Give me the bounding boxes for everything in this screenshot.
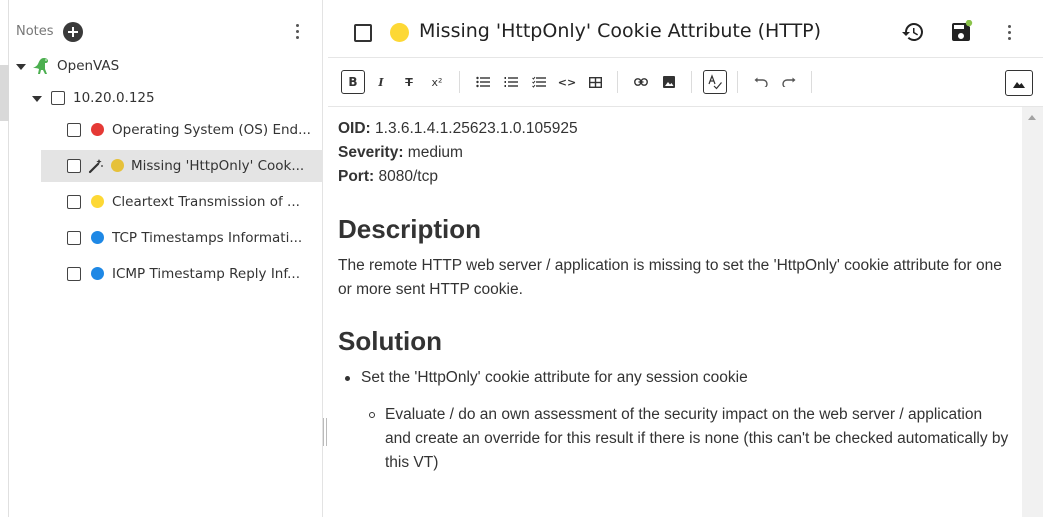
dinosaur-icon: [32, 56, 52, 76]
chevron-down-icon[interactable]: [16, 64, 26, 70]
host-checkbox[interactable]: [51, 91, 65, 105]
meta-key: Port:: [338, 168, 375, 185]
meta-port: Port: 8080/tcp: [338, 165, 1012, 189]
severity-dot-icon: [91, 195, 104, 208]
result-checkbox[interactable]: [67, 267, 81, 281]
tree-root-label: OpenVAS: [57, 58, 120, 74]
note-editor: Missing 'HttpOnly' Cookie Attribute (HTT…: [328, 0, 1043, 517]
description-text: The remote HTTP web server / application…: [338, 257, 1002, 298]
result-checkbox[interactable]: [67, 123, 81, 137]
solution-list: Set the 'HttpOnly' cookie attribute for …: [338, 366, 1012, 475]
result-label: Operating System (OS) End...: [112, 122, 311, 138]
result-label: ICMP Timestamp Reply Inf...: [112, 266, 300, 282]
description-heading: Description: [338, 214, 482, 244]
meta-value: 8080/tcp: [378, 168, 438, 185]
meta-key: Severity:: [338, 144, 404, 161]
notes-app: Notes OpenVAS 10.20.0.125 Operating Syst…: [0, 0, 1043, 517]
link-icon[interactable]: [629, 70, 653, 94]
tree-item-result[interactable]: ICMP Timestamp Reply Inf...: [9, 258, 323, 290]
undo-icon[interactable]: [749, 70, 773, 94]
strikethrough-button[interactable]: T: [397, 70, 421, 94]
tree-item-result[interactable]: TCP Timestamps Informati...: [9, 222, 323, 254]
history-icon[interactable]: [901, 20, 925, 44]
spellcheck-icon[interactable]: [703, 70, 727, 94]
meta-severity: Severity: medium: [338, 141, 1012, 165]
bullet-icon: [345, 376, 350, 381]
tree-item-result-selected[interactable]: Missing 'HttpOnly' Cook...: [41, 150, 323, 182]
add-note-button[interactable]: [63, 22, 83, 42]
tree-host-label: 10.20.0.125: [73, 90, 155, 106]
tree-item-host[interactable]: 10.20.0.125: [9, 82, 323, 114]
scrollbar[interactable]: [1022, 107, 1043, 517]
numbered-list-icon[interactable]: [499, 70, 523, 94]
italic-button[interactable]: I: [369, 70, 393, 94]
solution-heading: Solution: [338, 326, 442, 356]
result-checkbox[interactable]: [67, 231, 81, 245]
result-label: Cleartext Transmission of ...: [112, 194, 300, 210]
chevron-down-icon[interactable]: [32, 96, 42, 102]
sidebar: Notes OpenVAS 10.20.0.125 Operating Syst…: [9, 0, 323, 517]
note-checkbox[interactable]: [354, 24, 372, 42]
list-item: Set the 'HttpOnly' cookie attribute for …: [338, 366, 1012, 390]
meta-value: medium: [407, 144, 463, 161]
activity-strip: [0, 0, 9, 517]
sub-bullet-icon: [369, 412, 375, 418]
format-toolbar: B I T x² <>: [328, 58, 1043, 107]
sidebar-title: Notes: [16, 24, 54, 39]
tree-item-openvas[interactable]: OpenVAS: [9, 50, 323, 82]
note-content[interactable]: OID: 1.3.6.1.4.1.25623.1.0.105925 Severi…: [328, 107, 1022, 517]
bold-button[interactable]: B: [341, 70, 365, 94]
collapse-toolbar-icon[interactable]: [1005, 70, 1033, 96]
code-icon[interactable]: <>: [555, 70, 579, 94]
image-icon[interactable]: [657, 70, 681, 94]
table-icon[interactable]: [583, 70, 607, 94]
more-options-icon[interactable]: [997, 20, 1021, 44]
superscript-button[interactable]: x²: [425, 70, 449, 94]
meta-key: OID:: [338, 120, 371, 137]
severity-dot-icon: [91, 231, 104, 244]
redo-icon[interactable]: [777, 70, 801, 94]
result-checkbox[interactable]: [67, 159, 81, 173]
checklist-icon[interactable]: [527, 70, 551, 94]
solution-sub-bullet-text: Evaluate / do an own assessment of the s…: [385, 406, 1009, 471]
meta-value: 1.3.6.1.4.1.25623.1.0.105925: [375, 120, 578, 137]
tree-item-result[interactable]: Operating System (OS) End...: [9, 114, 323, 146]
result-checkbox[interactable]: [67, 195, 81, 209]
severity-dot-icon: [111, 159, 124, 172]
severity-dot-icon: [91, 267, 104, 280]
tree-item-result[interactable]: Cleartext Transmission of ...: [9, 186, 323, 218]
note-header: Missing 'HttpOnly' Cookie Attribute (HTT…: [328, 0, 1043, 58]
result-label: TCP Timestamps Informati...: [112, 230, 303, 246]
bullet-list-icon[interactable]: [471, 70, 495, 94]
sidebar-more-icon[interactable]: [291, 24, 303, 42]
meta-oid: OID: 1.3.6.1.4.1.25623.1.0.105925: [338, 117, 1012, 141]
note-title: Missing 'HttpOnly' Cookie Attribute (HTT…: [419, 20, 822, 42]
severity-dot-icon: [91, 123, 104, 136]
scroll-up-icon[interactable]: [1028, 115, 1036, 120]
result-label: Missing 'HttpOnly' Cook...: [131, 158, 305, 174]
solution-bullet-text: Set the 'HttpOnly' cookie attribute for …: [361, 369, 748, 386]
list-item: Evaluate / do an own assessment of the s…: [338, 403, 1012, 475]
activity-strip-highlight: [0, 65, 9, 121]
magic-wand-icon: [88, 158, 104, 174]
save-icon[interactable]: [949, 19, 973, 44]
severity-dot-icon: [390, 23, 409, 42]
